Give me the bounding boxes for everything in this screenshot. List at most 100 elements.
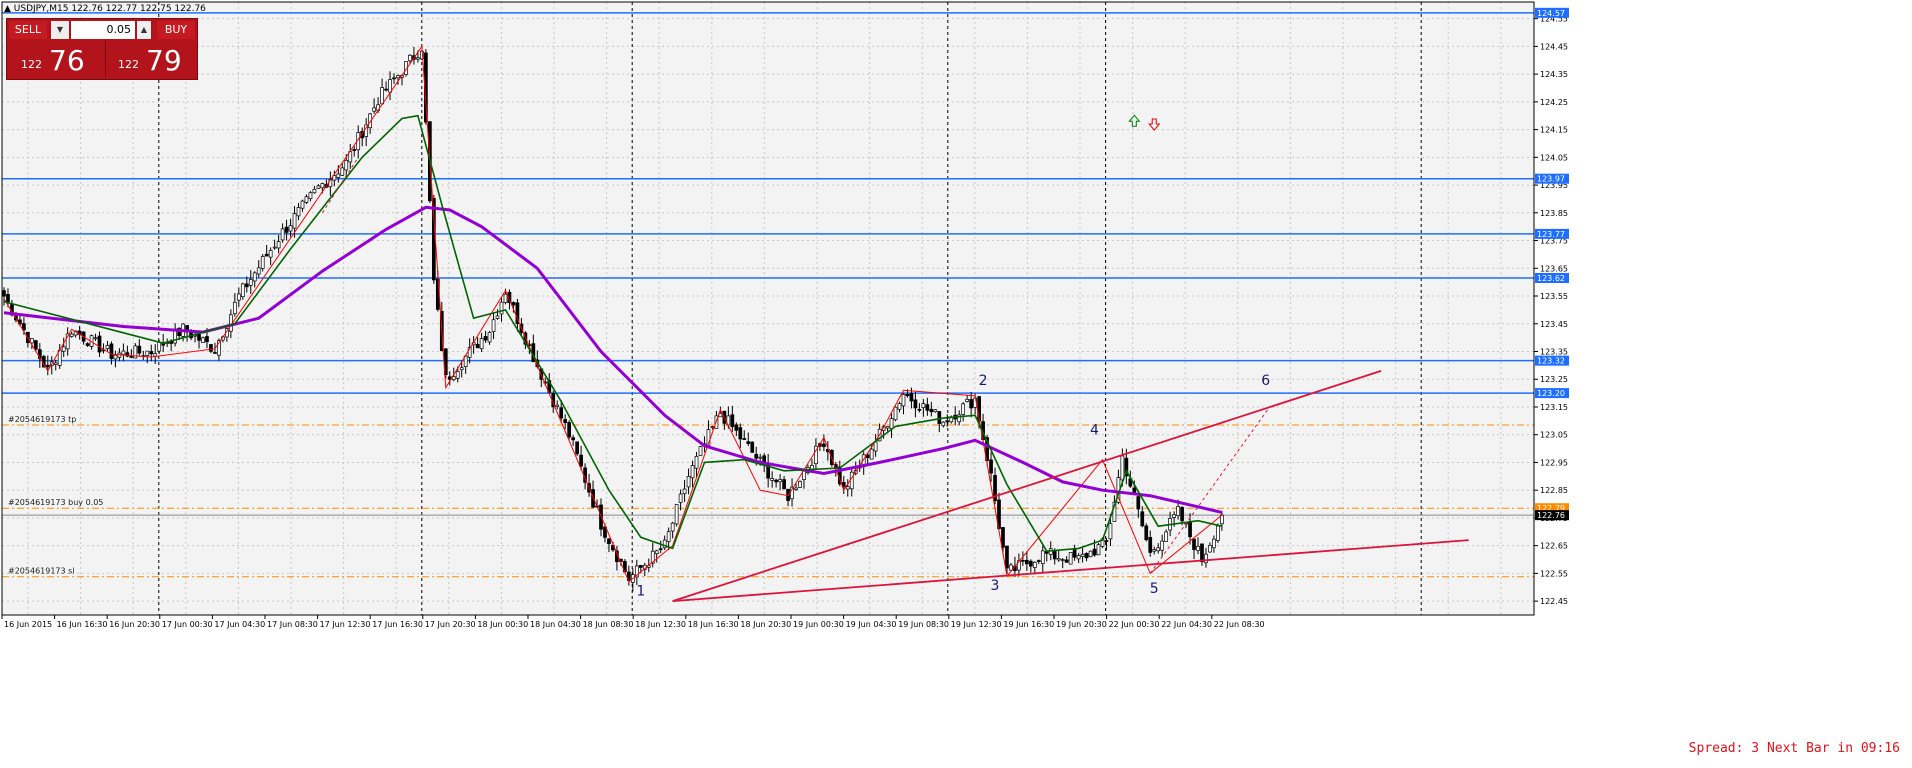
candle-body <box>670 522 675 532</box>
buy-price-small: 122 <box>118 58 139 71</box>
lot-increase-icon[interactable]: ▲ <box>137 21 151 39</box>
candle-body <box>340 167 345 176</box>
y-tick-label: 122.85 <box>1540 486 1568 495</box>
wave-label: 6 <box>1261 373 1270 389</box>
candle-body <box>567 422 572 438</box>
candle-body <box>105 345 110 350</box>
candle-body <box>559 407 564 419</box>
level-price-badge: 123.62 <box>1537 274 1565 283</box>
y-tick-label: 122.65 <box>1540 542 1568 551</box>
candle-body <box>1060 559 1065 561</box>
candle-body <box>869 448 874 460</box>
sell-price-big: 76 <box>49 44 85 77</box>
candle-body <box>1204 553 1208 564</box>
x-tick-label: 17 Jun 08:30 <box>267 620 318 629</box>
lot-decrease-icon[interactable]: ▼ <box>51 21 69 39</box>
candle-body <box>320 183 325 189</box>
x-tick-label: 18 Jun 04:30 <box>530 620 581 629</box>
candle-body <box>1092 548 1097 556</box>
y-tick-label: 124.45 <box>1540 42 1568 51</box>
plot-background <box>2 2 1534 615</box>
y-tick-label: 123.45 <box>1540 320 1568 329</box>
candle-body <box>822 443 826 448</box>
candle-body <box>929 408 934 413</box>
level-price-badge: 124.57 <box>1537 9 1565 18</box>
candle-body <box>113 354 118 360</box>
level-price-badge: 123.20 <box>1537 389 1565 398</box>
candle-body <box>563 419 568 424</box>
candle-body <box>917 409 922 411</box>
candle-body <box>1072 549 1077 558</box>
candle-body <box>1156 547 1161 552</box>
candle-body <box>244 283 249 288</box>
candle-body <box>1200 543 1204 563</box>
candle-body <box>1036 560 1041 562</box>
candle-body <box>1180 506 1184 522</box>
candle-body <box>213 352 217 354</box>
candle-body <box>483 336 488 341</box>
sell-price-button[interactable]: 122 76 <box>9 41 99 77</box>
x-tick-label: 22 Jun 00:30 <box>1109 620 1160 629</box>
candle-body <box>396 75 400 79</box>
x-tick-label: 19 Jun 16:30 <box>1003 620 1054 629</box>
candle-body <box>945 420 950 423</box>
sell-button[interactable]: SELL <box>9 21 47 39</box>
candle-body <box>698 446 703 456</box>
candle-body <box>686 475 691 488</box>
one-click-trading-panel: SELL ▼ 0.05 ▲ BUY 122 76 122 79 <box>6 18 198 80</box>
candle-body <box>296 207 301 217</box>
candle-body <box>1216 525 1220 541</box>
buy-button[interactable]: BUY <box>157 21 195 39</box>
candle-body <box>1068 552 1073 565</box>
candle-body <box>937 411 942 424</box>
x-tick-label: 19 Jun 12:30 <box>951 620 1002 629</box>
candle-body <box>845 486 850 490</box>
candle-body <box>1108 523 1113 540</box>
candle-body <box>750 441 755 453</box>
candle-body <box>248 279 253 286</box>
candle-body <box>575 441 579 455</box>
candle-body <box>730 414 735 428</box>
candle-body <box>232 301 237 315</box>
candle-body <box>961 403 966 415</box>
candle-body <box>885 426 890 429</box>
candle-body <box>153 353 158 357</box>
lot-size-input[interactable]: 0.05 <box>71 21 135 39</box>
y-tick-label: 124.15 <box>1540 126 1568 135</box>
candle-body <box>109 343 114 359</box>
candle-body <box>384 88 388 91</box>
candle-body <box>758 456 763 459</box>
candle-body <box>933 409 938 413</box>
y-tick-label: 122.55 <box>1540 569 1568 578</box>
candle-body <box>205 336 209 343</box>
candle-body <box>905 393 910 397</box>
candle-body <box>1120 455 1125 481</box>
candle-body <box>455 371 460 379</box>
title-text: USDJPY,M15 122.76 122.77 122.75 122.76 <box>13 4 206 14</box>
buy-price-big: 79 <box>146 44 182 77</box>
candle-body <box>264 253 269 257</box>
chart-area[interactable]: #2054619173 tp #2054619173 buy 0.05 #20546… <box>0 0 1912 768</box>
candle-body <box>1064 559 1069 563</box>
level-price-badge: 123.77 <box>1537 230 1565 239</box>
candle-body <box>969 399 973 409</box>
x-tick-label: 19 Jun 08:30 <box>898 620 949 629</box>
candle-body <box>344 159 349 171</box>
candle-body <box>1001 527 1005 548</box>
candle-body <box>1096 544 1101 556</box>
candle-body <box>913 399 918 409</box>
bid-price-badge: 122.76 <box>1537 511 1565 520</box>
candle-body <box>1005 545 1009 569</box>
candle-body <box>495 315 500 319</box>
wave-label: 3 <box>991 578 1000 594</box>
candle-body <box>6 294 10 303</box>
candle-body <box>45 364 50 368</box>
price-chart[interactable]: #2054619173 tp #2054619173 buy 0.05 #20546… <box>0 0 1912 768</box>
candle-body <box>710 426 715 428</box>
candle-body <box>308 192 313 200</box>
candle-body <box>479 338 484 350</box>
candle-body <box>734 424 739 431</box>
candle-body <box>292 213 297 229</box>
buy-price-button[interactable]: 122 79 <box>105 41 196 77</box>
candle-body <box>1140 511 1145 527</box>
